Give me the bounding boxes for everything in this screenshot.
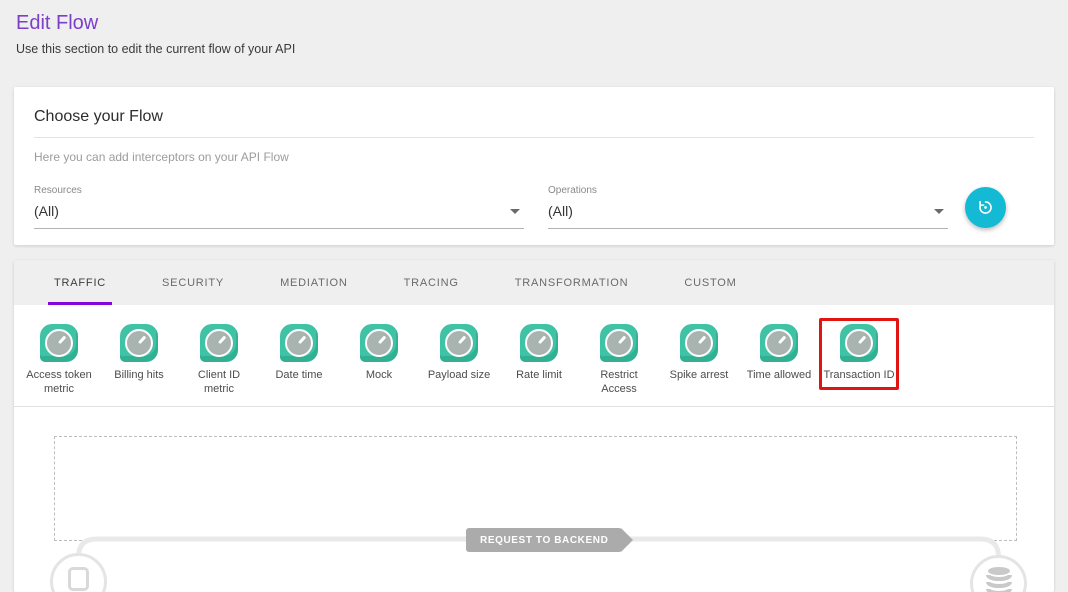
policy-item-client-id-metric[interactable]: Client ID metric	[179, 318, 259, 400]
choose-flow-card: Choose your Flow Here you can add interc…	[14, 87, 1054, 245]
divider	[34, 137, 1034, 138]
gauge-icon	[200, 324, 238, 362]
policy-label: Spike arrest	[662, 368, 736, 382]
policy-label: Time allowed	[742, 368, 816, 382]
tab-bar: TRAFFIC SECURITY MEDIATION TRACING TRANSFORM…	[14, 260, 1054, 305]
policy-item-payload-size[interactable]: Payload size	[419, 318, 499, 390]
gauge-icon	[680, 324, 718, 362]
tab-custom[interactable]: CUSTOM	[678, 260, 742, 305]
flow-card-title: Choose your Flow	[34, 108, 1034, 126]
policy-item-billing-hits[interactable]: Billing hits	[99, 318, 179, 390]
policy-label: Restrict Access	[582, 368, 656, 397]
edit-flow-page: Edit Flow Use this section to edit the c…	[0, 0, 1068, 592]
policy-item-rate-limit[interactable]: Rate limit	[499, 318, 579, 390]
policy-label: Transaction ID	[822, 368, 896, 382]
resources-value: (All)	[34, 203, 59, 219]
resources-label: Resources	[34, 185, 524, 196]
resources-select[interactable]: Resources (All)	[34, 185, 524, 229]
chevron-down-icon	[510, 209, 520, 214]
policy-item-time-allowed[interactable]: Time allowed	[739, 318, 819, 390]
flow-canvas: REQUEST TO BACKEND	[14, 407, 1054, 592]
path-label-text: REQUEST TO BACKEND	[480, 535, 608, 546]
request-to-backend-label: REQUEST TO BACKEND	[466, 528, 622, 552]
gauge-icon	[440, 324, 478, 362]
policy-label: Client ID metric	[182, 368, 256, 397]
policy-item-restrict-access[interactable]: Restrict Access	[579, 318, 659, 400]
gauge-icon	[360, 324, 398, 362]
tab-tracing[interactable]: TRACING	[398, 260, 465, 305]
policy-item-date-time[interactable]: Date time	[259, 318, 339, 390]
flow-filters-row: Resources (All) Operations (All)	[34, 185, 1034, 229]
policy-label: Billing hits	[102, 368, 176, 382]
chevron-down-icon	[934, 209, 944, 214]
gauge-icon	[520, 324, 558, 362]
tab-traffic[interactable]: TRAFFIC	[48, 260, 112, 305]
device-icon	[68, 567, 89, 591]
flow-connector-path	[14, 407, 1054, 592]
tab-transformation[interactable]: TRANSFORMATION	[509, 260, 635, 305]
operations-value: (All)	[548, 203, 573, 219]
policy-label: Mock	[342, 368, 416, 382]
gauge-icon	[120, 324, 158, 362]
policy-label: Date time	[262, 368, 336, 382]
tab-mediation[interactable]: MEDIATION	[274, 260, 354, 305]
policy-label: Rate limit	[502, 368, 576, 382]
gauge-icon	[840, 324, 878, 362]
reset-flow-button[interactable]	[965, 187, 1006, 228]
gauge-icon	[40, 324, 78, 362]
gauge-icon	[760, 324, 798, 362]
operations-select[interactable]: Operations (All)	[548, 185, 948, 229]
policy-label: Access token metric	[22, 368, 96, 397]
gauge-icon	[280, 324, 318, 362]
flow-card-hint: Here you can add interceptors on your AP…	[34, 150, 1034, 164]
tab-security[interactable]: SECURITY	[156, 260, 230, 305]
policy-item-spike-arrest[interactable]: Spike arrest	[659, 318, 739, 390]
policy-studio-card: TRAFFIC SECURITY MEDIATION TRACING TRANSFORM…	[14, 260, 1054, 592]
policy-label: Payload size	[422, 368, 496, 382]
policy-item-transaction-id[interactable]: Transaction ID	[819, 318, 899, 390]
page-subtitle: Use this section to edit the current flo…	[14, 42, 1054, 56]
operations-label: Operations	[548, 185, 948, 196]
policy-list: Access token metric Billing hits Client ID…	[14, 305, 1054, 407]
restore-icon	[976, 198, 995, 217]
policy-item-mock[interactable]: Mock	[339, 318, 419, 390]
gauge-icon	[600, 324, 638, 362]
page-title: Edit Flow	[14, 12, 1054, 35]
policy-item-access-token-metric[interactable]: Access token metric	[19, 318, 99, 400]
database-icon	[985, 566, 1013, 592]
